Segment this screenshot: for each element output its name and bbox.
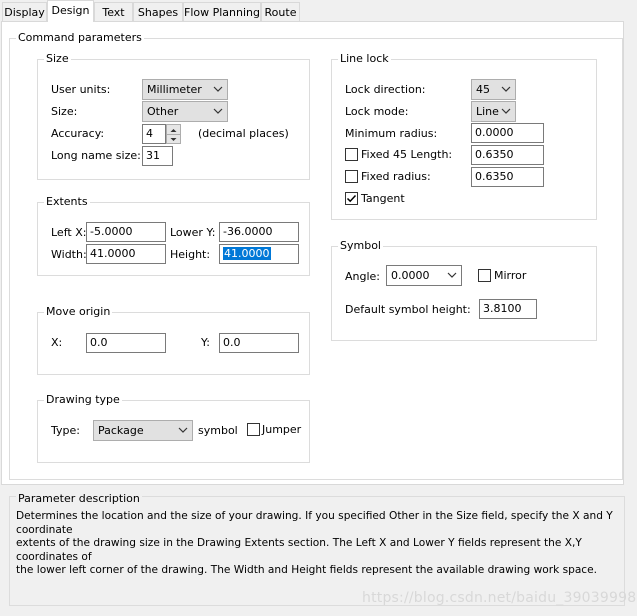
move-origin-group-title: Move origin	[44, 305, 113, 318]
tab-design[interactable]: Design	[47, 0, 94, 22]
long-name-size-input[interactable]: 31	[142, 146, 173, 166]
min-radius-input[interactable]: 0.0000	[471, 123, 544, 143]
fixed-radius-input[interactable]: 0.6350	[471, 167, 544, 187]
height-label: Height:	[170, 248, 211, 261]
chevron-down-icon	[213, 86, 223, 92]
angle-value: 0.0000	[391, 269, 430, 282]
tangent-label: Tangent	[361, 192, 405, 205]
lower-y-label: Lower Y:	[170, 226, 216, 239]
size-group-title: Size	[44, 52, 71, 65]
mirror-label: Mirror	[494, 269, 527, 282]
command-parameters-title: Command parameters	[16, 31, 144, 44]
tab-flow-planning[interactable]: Flow Planning	[183, 2, 261, 21]
checkmark-icon	[346, 194, 357, 203]
lock-mode-value: Line	[476, 105, 499, 118]
drawing-type-select[interactable]: Package	[93, 420, 193, 441]
lock-direction-value: 45	[476, 83, 490, 96]
user-units-label: User units:	[51, 83, 111, 96]
tangent-checkbox[interactable]	[345, 192, 358, 205]
accuracy-label: Accuracy:	[51, 127, 105, 140]
chevron-down-icon	[501, 86, 511, 92]
fixed-radius-label: Fixed radius:	[361, 170, 431, 183]
origin-y-input[interactable]: 0.0	[219, 333, 299, 353]
left-x-label: Left X:	[51, 226, 87, 239]
mirror-checkbox[interactable]	[478, 269, 491, 282]
lock-mode-select[interactable]: Line	[471, 101, 516, 122]
drawing-type-group-title: Drawing type	[44, 393, 122, 406]
origin-y-label: Y:	[201, 336, 210, 349]
width-input[interactable]: 41.0000	[86, 244, 166, 264]
drawing-type-value: Package	[98, 424, 144, 437]
chevron-down-icon	[178, 427, 188, 433]
long-name-size-label: Long name size:	[51, 149, 141, 162]
accuracy-suffix: (decimal places)	[198, 127, 289, 140]
symbol-group	[331, 246, 597, 341]
parameter-description-text: Determines the location and the size of …	[16, 510, 616, 578]
tab-shapes[interactable]: Shapes	[133, 2, 183, 21]
extents-group-title: Extents	[44, 195, 90, 208]
line-lock-group-title: Line lock	[338, 52, 391, 65]
symbol-group-title: Symbol	[338, 239, 383, 252]
accuracy-input[interactable]: 4	[142, 124, 166, 144]
tab-display[interactable]: Display	[2, 2, 47, 21]
tab-route[interactable]: Route	[261, 2, 300, 21]
height-input[interactable]: 41.0000	[219, 244, 299, 264]
description-line: Determines the location and the size of …	[16, 510, 613, 536]
fixed45-label: Fixed 45 Length:	[361, 148, 453, 161]
user-units-select[interactable]: Millimeter	[142, 79, 228, 100]
lock-direction-select[interactable]: 45	[471, 79, 516, 100]
width-label: Width:	[51, 248, 87, 261]
symbol-suffix-label: symbol	[198, 424, 238, 437]
watermark: https://blog.csdn.net/baidu_39039998	[362, 590, 637, 606]
chevron-down-icon	[447, 272, 457, 278]
origin-x-input[interactable]: 0.0	[86, 333, 166, 353]
size-value: Other	[147, 105, 179, 118]
jumper-checkbox[interactable]	[247, 423, 260, 436]
default-symbol-height-input[interactable]: 3.8100	[479, 299, 537, 319]
accuracy-spinner[interactable]	[166, 124, 181, 144]
origin-x-label: X:	[51, 336, 63, 349]
fixed45-input[interactable]: 0.6350	[471, 145, 544, 165]
description-line: the lower left corner of the drawing. Th…	[16, 564, 598, 576]
angle-label: Angle:	[345, 270, 381, 283]
default-symbol-height-label: Default symbol height:	[345, 303, 471, 316]
fixed45-checkbox[interactable]	[345, 148, 358, 161]
lower-y-input[interactable]: -36.0000	[219, 222, 299, 242]
description-line: extents of the drawing size in the Drawi…	[16, 537, 582, 563]
chevron-down-icon	[501, 108, 511, 114]
parameter-description-title: Parameter description	[16, 492, 142, 505]
drawing-type-label: Type:	[51, 424, 80, 437]
size-select[interactable]: Other	[142, 101, 228, 122]
fixed-radius-checkbox[interactable]	[345, 170, 358, 183]
min-radius-label: Minimum radius:	[345, 127, 438, 140]
chevron-down-icon	[213, 108, 223, 114]
spin-down-icon[interactable]	[167, 134, 180, 143]
tab-bar: Display Design Text Shapes Flow Planning…	[0, 0, 637, 22]
user-units-value: Millimeter	[147, 83, 202, 96]
left-x-input[interactable]: -5.0000	[86, 222, 166, 242]
jumper-label: Jumper	[262, 423, 302, 436]
size-label: Size:	[51, 105, 78, 118]
lock-direction-label: Lock direction:	[345, 83, 426, 96]
height-selected-text: 41.0000	[223, 247, 271, 260]
angle-select[interactable]: 0.0000	[386, 265, 462, 286]
tab-text[interactable]: Text	[94, 2, 133, 21]
lock-mode-label: Lock mode:	[345, 105, 409, 118]
